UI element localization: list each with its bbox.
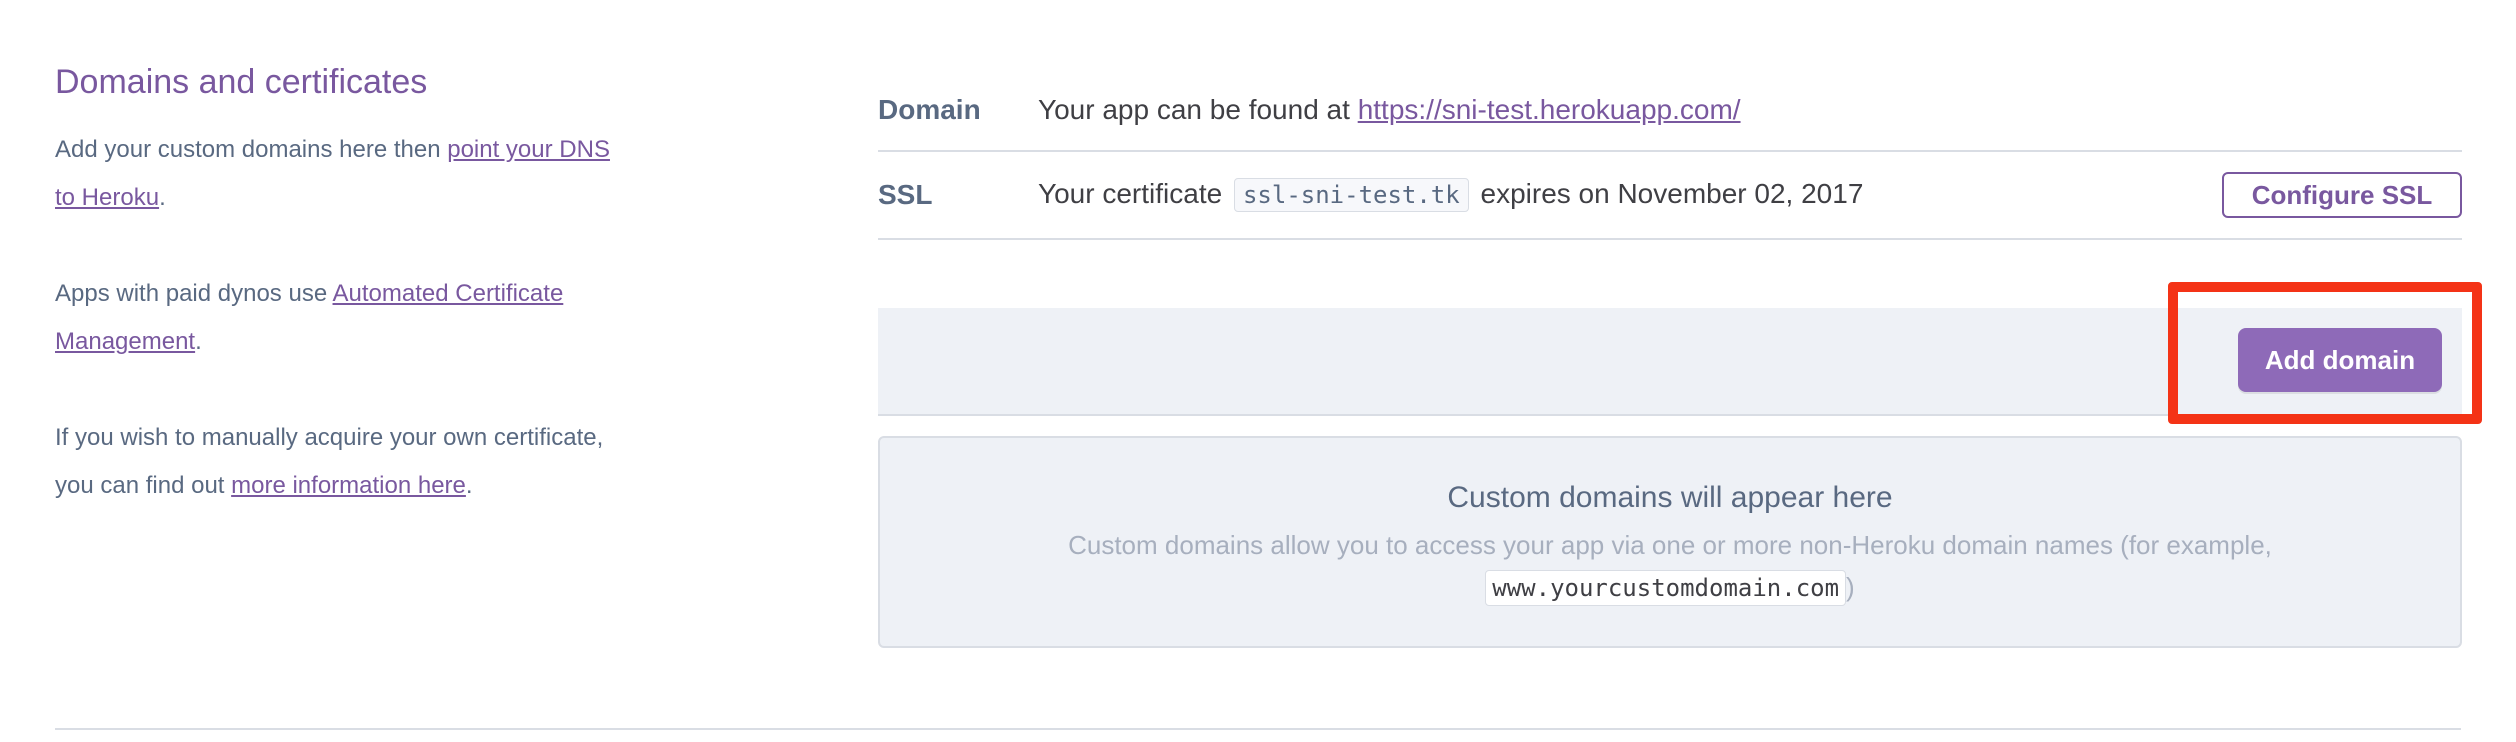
empty-state-title: Custom domains will appear here (1447, 481, 1893, 514)
sidebar-paragraph-1: Add your custom domains here then point … (55, 136, 610, 211)
ssl-row: SSL Your certificate ssl-sni-test.tk exp… (878, 152, 2462, 240)
more-info-link[interactable]: more information here (231, 472, 466, 499)
add-domain-highlight-box (2168, 282, 2482, 424)
domain-value: Your app can be found at https://sni-tes… (1038, 94, 1741, 125)
domain-label: Domain (878, 94, 981, 125)
sidebar-paragraph-3: If you wish to manually acquire your own… (55, 424, 604, 499)
certificate-name: ssl-sni-test.tk (1233, 178, 1469, 212)
sidebar-paragraph-2: Apps with paid dynos use Automated Certi… (55, 280, 564, 355)
section-title: Domains and certificates (55, 63, 428, 101)
empty-state-description: Custom domains allow you to access your … (880, 524, 2460, 608)
app-url-link[interactable]: https://sni-test.herokuapp.com/ (1358, 94, 1741, 125)
ssl-value: Your certificate ssl-sni-test.tk expires… (1038, 178, 1863, 212)
configure-ssl-button[interactable]: Configure SSL (2222, 172, 2462, 218)
ssl-label: SSL (878, 179, 933, 210)
section-divider (55, 728, 2461, 730)
domain-row: Domain Your app can be found at https://… (878, 70, 2462, 152)
domains-sidebar: Domains and certificates Add your custom… (55, 60, 615, 510)
example-domain: www.yourcustomdomain.com (1485, 570, 1847, 606)
empty-state: Custom domains will appear here Custom d… (878, 436, 2462, 648)
